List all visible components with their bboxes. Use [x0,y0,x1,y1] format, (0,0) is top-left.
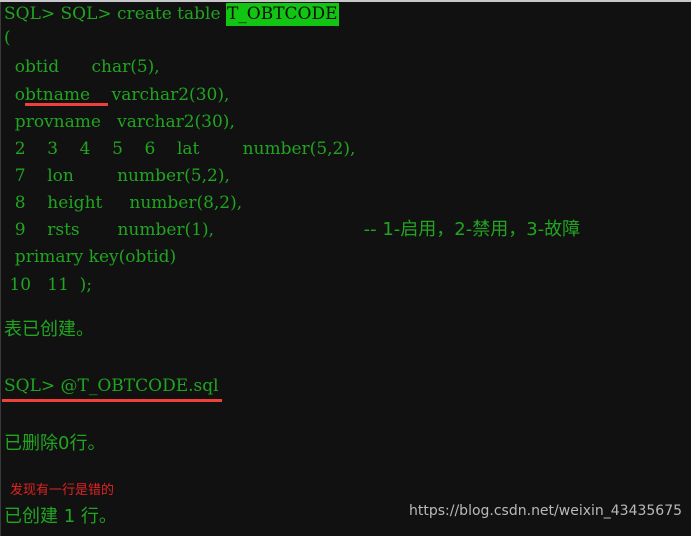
terminal-line-create-table: SQL> SQL> create table T_OBTCODE [4,3,339,26]
table-name-highlight: T_OBTCODE [225,3,339,26]
terminal-line-run-script: SQL> @T_OBTCODE.sql [4,376,219,396]
terminal-line-rsts-comment: -- 1-启用，2-禁用，3-故障 [335,219,581,240]
terminal-line-column-obtid: obtid char(5), [4,57,160,77]
terminal-screen: SQL> SQL> create table T_OBTCODE ( obtid… [0,0,691,536]
terminal-line-column-lat: 2 3 4 5 6 lat number(5,2), [4,139,356,159]
terminal-line-column-rsts: 9 rsts number(1), [4,222,214,239]
underline-run-script [2,399,222,402]
column-rsts-code: 9 rsts number(1), [4,220,215,240]
annotation-error-note: 发现有一行是错的 [10,483,115,498]
window-left-edge [0,2,1,536]
terminal-line-close-statement: 10 11 ); [4,275,93,295]
terminal-message-table-created: 表已创建。 [4,319,94,340]
terminal-message-rows-deleted: 已删除0行。 [4,433,106,454]
column-obtname-type: varchar2(30), [90,85,230,105]
terminal-line-column-obtname: obtname varchar2(30), [4,85,230,105]
terminal-line-primary-key: primary key(obtid) [4,247,177,267]
terminal-line-column-provname: provname varchar2(30), [4,112,235,132]
column-obtname-name: obtname [4,85,91,105]
terminal-line-open-paren: ( [4,28,11,48]
watermark-url: https://blog.csdn.net/weixin_43435675 [409,503,683,519]
terminal-line-column-height: 8 height number(8,2), [4,193,243,213]
window-top-edge [0,0,691,2]
terminal-line-column-lon: 7 lon number(5,2), [4,166,230,186]
create-table-prefix: SQL> SQL> create table [4,4,226,24]
terminal-message-rows-created: 已创建 1 行。 [4,506,117,527]
underline-obtname [25,103,108,106]
